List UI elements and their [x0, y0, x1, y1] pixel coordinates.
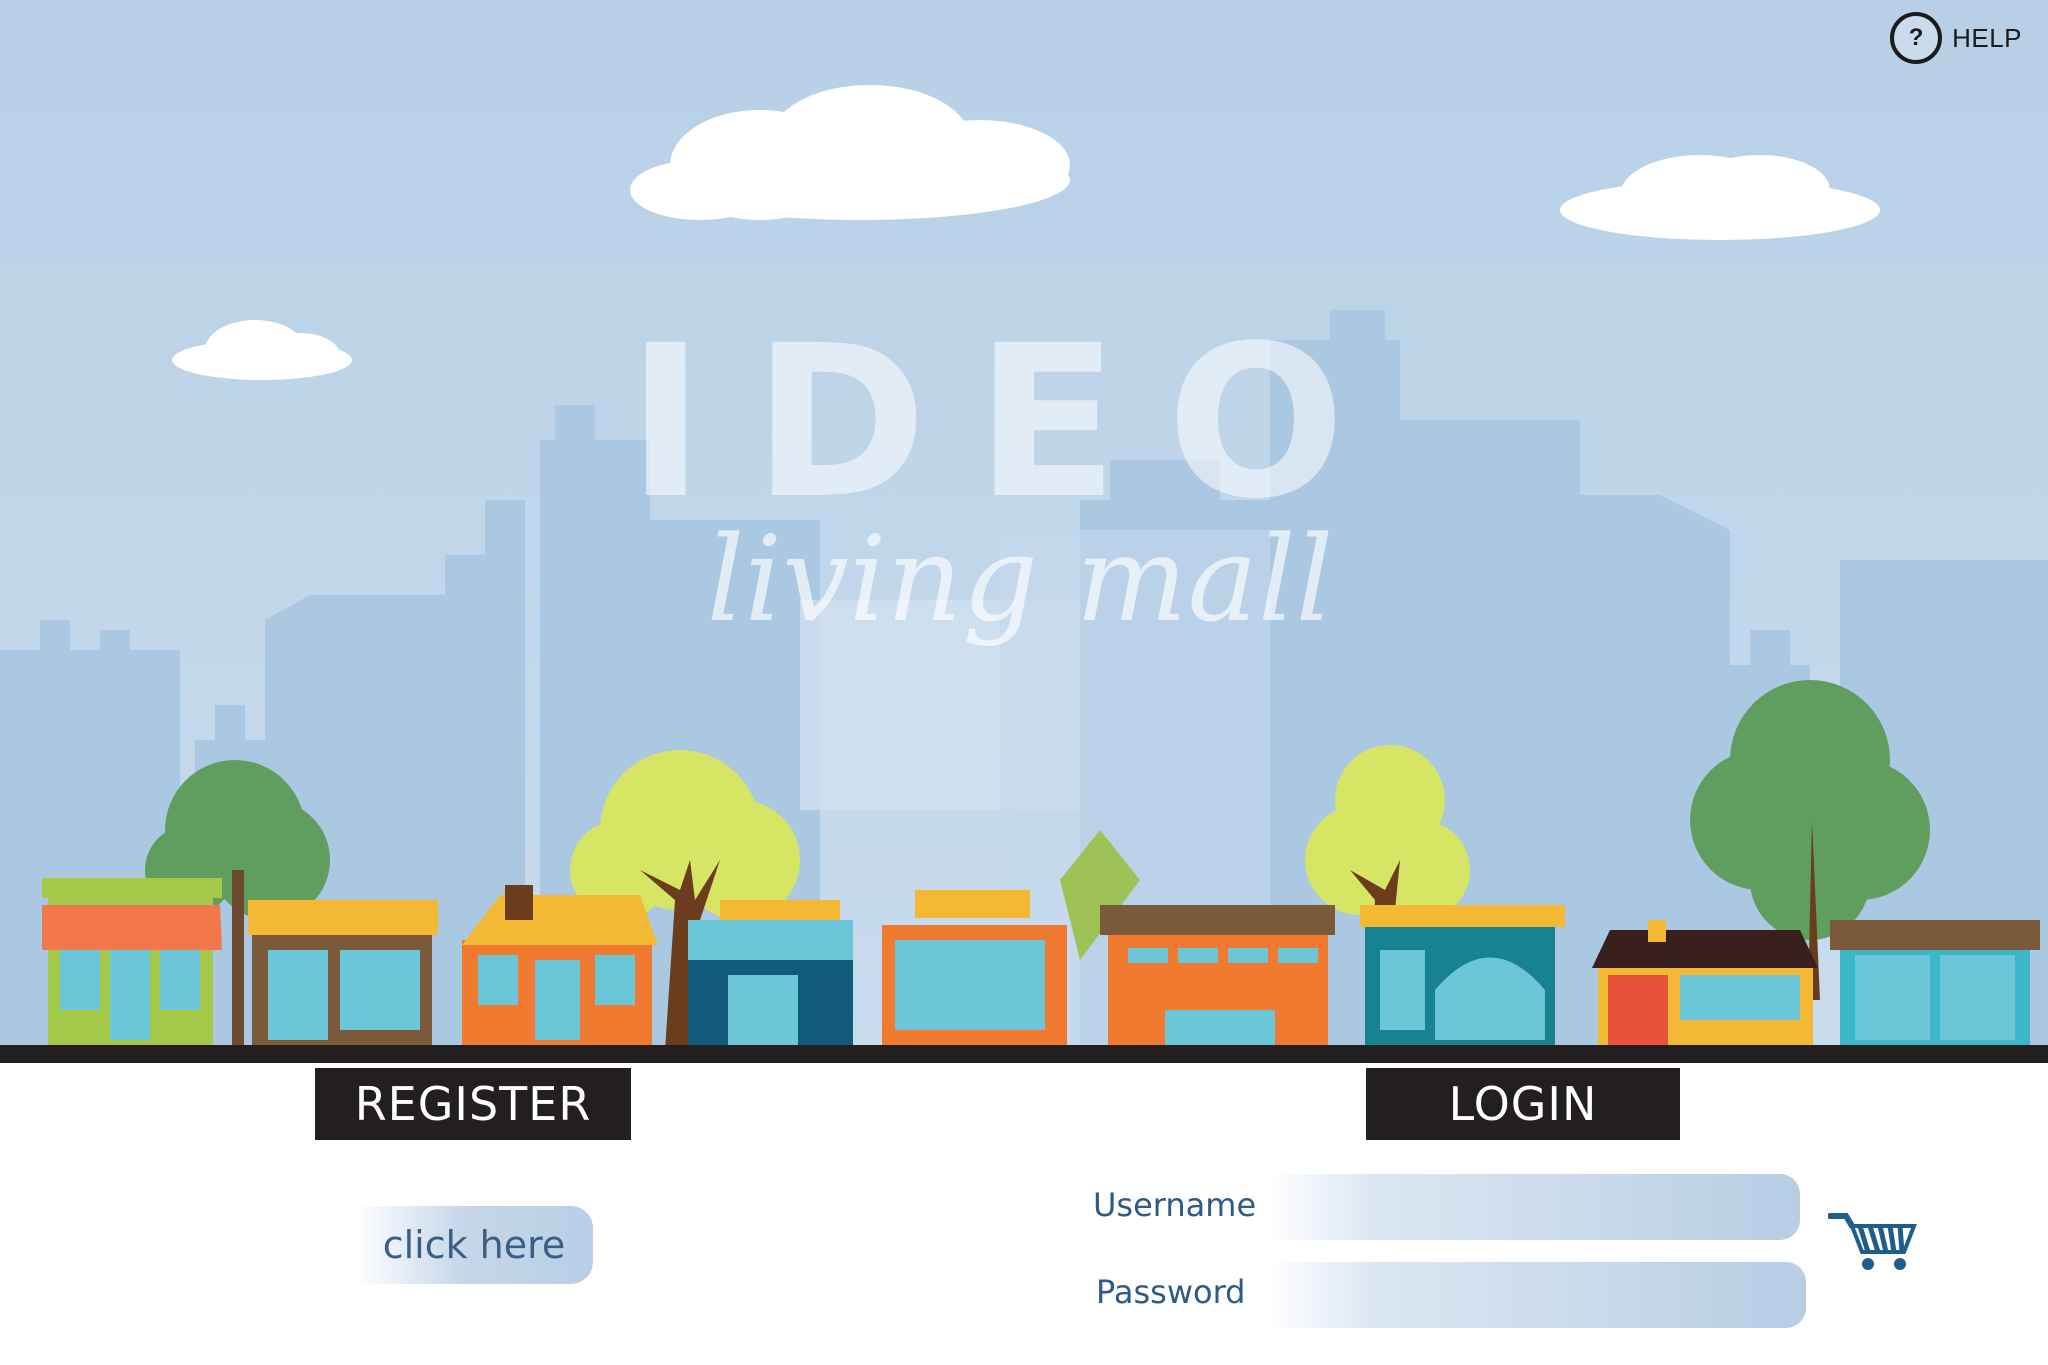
- store-8: [1592, 920, 1818, 1045]
- store-3: [462, 885, 658, 1045]
- click-here-button[interactable]: click here: [355, 1206, 593, 1284]
- store-6: [1100, 905, 1335, 1045]
- register-tab[interactable]: REGISTER: [315, 1068, 631, 1140]
- help-button[interactable]: ? HELP: [1890, 12, 2022, 64]
- username-input[interactable]: [1268, 1174, 1800, 1240]
- password-input[interactable]: [1268, 1262, 1806, 1328]
- store-7: [1360, 905, 1565, 1045]
- store-2: [248, 900, 438, 1045]
- question-circle-icon[interactable]: ?: [1890, 12, 1943, 64]
- help-label[interactable]: HELP: [1952, 23, 2022, 54]
- store-9: [1830, 920, 2040, 1045]
- living-mall-tagline: living mall: [706, 510, 1334, 648]
- login-tab[interactable]: LOGIN: [1366, 1068, 1680, 1140]
- store-1: [42, 878, 222, 1045]
- password-label: Password: [1096, 1273, 1246, 1311]
- username-label: Username: [1093, 1186, 1257, 1224]
- ideo-logo: IDEO: [626, 300, 1394, 545]
- store-4: [688, 900, 853, 1045]
- shopping-cart-icon[interactable]: [1828, 1208, 1918, 1274]
